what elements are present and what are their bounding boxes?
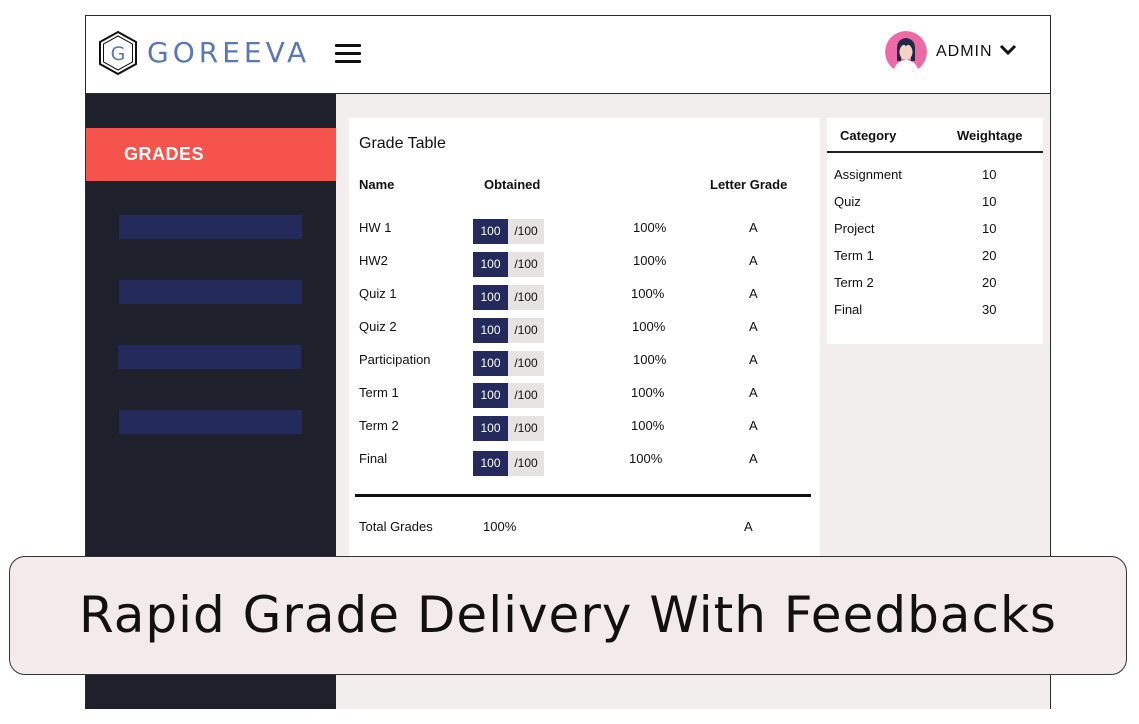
brand-name[interactable]: GOREEVA xyxy=(147,36,310,69)
score-obtained-input[interactable]: 100 xyxy=(473,252,508,277)
weightage-value: 10 xyxy=(982,221,997,236)
column-header-name: Name xyxy=(359,177,395,192)
feedback-banner: Rapid Grade Delivery With Feedbacks xyxy=(9,556,1127,675)
score-field[interactable]: 100/100 xyxy=(473,416,544,441)
user-avatar-icon xyxy=(885,31,927,73)
user-label[interactable]: ADMIN xyxy=(936,43,993,61)
score-field[interactable]: 100/100 xyxy=(473,383,544,408)
score-obtained-input[interactable]: 100 xyxy=(473,416,508,441)
grade-percent: 100% xyxy=(631,385,665,400)
weightage-category: Quiz xyxy=(834,194,861,209)
weightage-category: Term 2 xyxy=(834,275,874,290)
sidebar-item-placeholder-1[interactable] xyxy=(119,215,302,239)
score-field[interactable]: 100/100 xyxy=(473,285,544,310)
score-max-label: /100 xyxy=(508,219,544,244)
column-header-weightage: Weightage xyxy=(957,128,1023,143)
score-max-label: /100 xyxy=(508,416,544,441)
total-grades-label: Total Grades xyxy=(359,519,433,534)
grade-letter: A xyxy=(749,385,758,400)
score-obtained-input[interactable]: 100 xyxy=(473,219,508,244)
logo-letter: G xyxy=(111,43,126,65)
total-grades-letter: A xyxy=(744,519,753,534)
score-obtained-input[interactable]: 100 xyxy=(473,285,508,310)
grade-percent: 100% xyxy=(633,253,667,268)
grade-percent: 100% xyxy=(633,352,667,367)
score-field[interactable]: 100/100 xyxy=(473,219,544,244)
column-header-obtained: Obtained xyxy=(484,177,541,192)
logo-icon: G xyxy=(99,30,137,76)
score-max-label: /100 xyxy=(508,451,544,476)
grade-table-title: Grade Table xyxy=(359,135,446,152)
grade-letter: A xyxy=(749,352,758,367)
weightage-value: 20 xyxy=(982,275,997,290)
grade-letter: A xyxy=(749,253,758,268)
grade-item-name: Term 1 xyxy=(359,385,399,400)
score-max-label: /100 xyxy=(508,285,544,310)
grade-item-name: Participation xyxy=(359,352,431,367)
score-obtained-input[interactable]: 100 xyxy=(473,351,508,376)
grade-item-name: Final xyxy=(359,451,388,466)
chevron-down-icon[interactable] xyxy=(998,43,1018,57)
weightage-value: 10 xyxy=(982,167,997,182)
score-obtained-input[interactable]: 100 xyxy=(473,318,508,343)
grade-letter: A xyxy=(749,220,758,235)
grade-item-name: HW2 xyxy=(359,253,388,268)
score-max-label: /100 xyxy=(508,351,544,376)
sidebar-item-placeholder-3[interactable] xyxy=(118,345,301,369)
total-grades-percent: 100% xyxy=(483,519,517,534)
score-field[interactable]: 100/100 xyxy=(473,351,544,376)
menu-icon[interactable] xyxy=(335,44,361,66)
sidebar-item-placeholder-4[interactable] xyxy=(119,410,302,434)
grade-letter: A xyxy=(749,319,758,334)
grade-item-name: Term 2 xyxy=(359,418,399,433)
table-divider xyxy=(355,494,811,497)
weightage-category: Project xyxy=(834,221,875,236)
grade-item-name: HW 1 xyxy=(359,220,392,235)
grade-percent: 100% xyxy=(629,451,663,466)
score-obtained-input[interactable]: 100 xyxy=(473,383,508,408)
weightage-divider xyxy=(827,151,1043,153)
grade-item-name: Quiz 2 xyxy=(359,319,397,334)
score-max-label: /100 xyxy=(508,383,544,408)
grade-percent: 100% xyxy=(631,286,665,301)
weightage-value: 20 xyxy=(982,248,997,263)
score-max-label: /100 xyxy=(508,252,544,277)
weightage-card: Category Weightage Assignment 10 Quiz 10 Pro… xyxy=(827,118,1043,344)
weightage-category: Assignment xyxy=(834,167,902,182)
score-field[interactable]: 100/100 xyxy=(473,252,544,277)
weightage-value: 30 xyxy=(982,302,997,317)
score-obtained-input[interactable]: 100 xyxy=(473,451,508,476)
weightage-value: 10 xyxy=(982,194,997,209)
grade-percent: 100% xyxy=(632,319,666,334)
weightage-category: Final xyxy=(834,302,863,317)
score-field[interactable]: 100/100 xyxy=(473,318,544,343)
grade-table-card: Grade Table Name Obtained Letter Grade H… xyxy=(349,118,820,568)
weightage-category: Term 1 xyxy=(834,248,874,263)
top-bar: G GOREEVA ADMIN xyxy=(86,16,1050,94)
column-header-category: Category xyxy=(840,128,897,143)
column-header-letter-grade: Letter Grade xyxy=(710,177,788,192)
grade-item-name: Quiz 1 xyxy=(359,286,397,301)
grade-percent: 100% xyxy=(633,220,667,235)
grade-percent: 100% xyxy=(631,418,665,433)
grade-letter: A xyxy=(749,286,758,301)
score-max-label: /100 xyxy=(508,318,544,343)
score-field[interactable]: 100/100 xyxy=(473,451,544,476)
grade-letter: A xyxy=(749,451,758,466)
avatar[interactable] xyxy=(885,31,927,73)
sidebar-item-grades[interactable]: GRADES xyxy=(86,128,336,181)
sidebar-item-placeholder-2[interactable] xyxy=(119,280,302,304)
grade-letter: A xyxy=(749,418,758,433)
